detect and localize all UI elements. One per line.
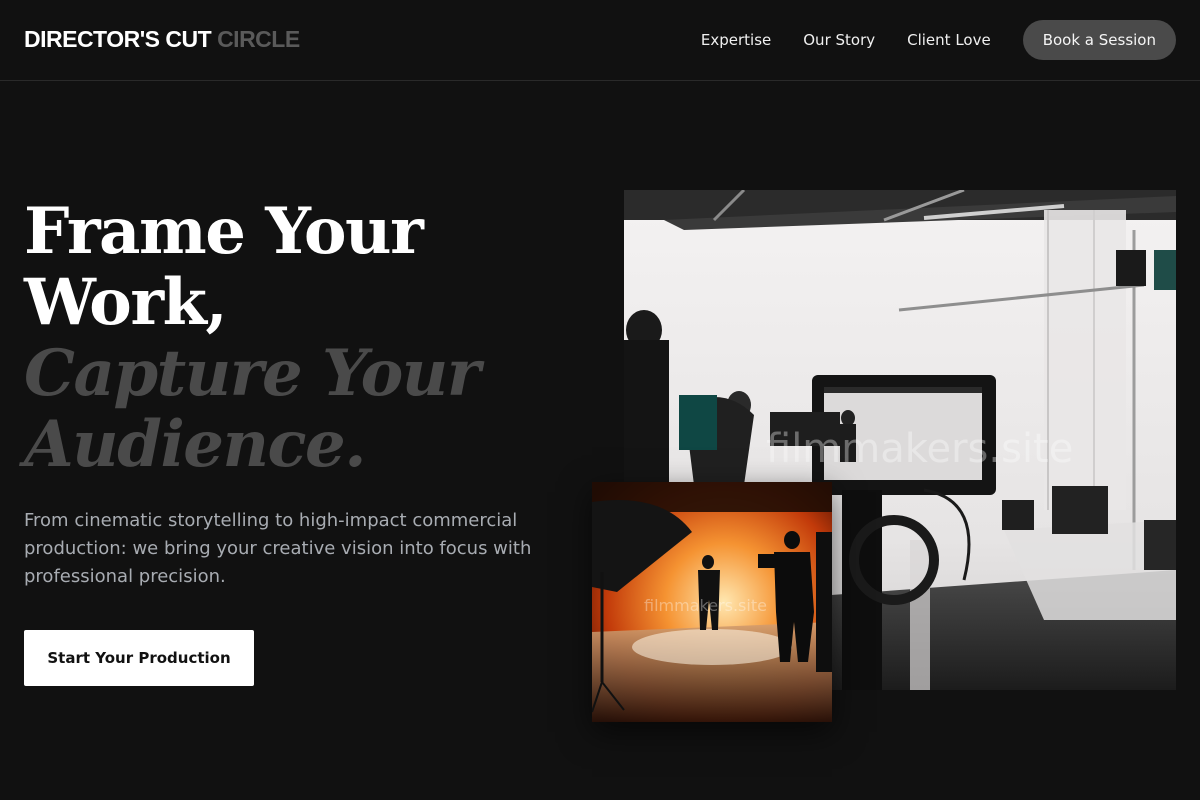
brand-logo[interactable]: DIRECTOR'S CUT CIRCLE [24,26,300,53]
small-photo-watermark: filmmakers.site [644,596,767,615]
site-header: DIRECTOR'S CUT CIRCLE Expertise Our Stor… [0,0,1200,81]
brand-primary: DIRECTOR'S CUT [24,26,212,52]
nav-link-our-story[interactable]: Our Story [803,31,875,49]
headline-line-2: Work, [24,265,228,340]
brand-secondary: CIRCLE [217,26,300,52]
hero-subcopy: From cinematic storytelling to high-impa… [24,510,532,587]
headline-accent-line-1: Capture Your [24,336,481,411]
start-production-button[interactable]: Start Your Production [24,630,254,686]
fire-set-photo: filmmakers.site [592,482,832,722]
nav-link-client-love[interactable]: Client Love [907,31,991,49]
nav-link-expertise[interactable]: Expertise [701,31,771,49]
hero-headline: Frame Your Work, Capture Your Audience. [24,196,584,480]
book-session-button[interactable]: Book a Session [1022,20,1176,60]
headline-accent-line-2: Audience. [24,407,366,482]
main-nav: Expertise Our Story Client Love Book a S… [701,20,1176,60]
main-photo-watermark: filmmakers.site [766,426,1074,472]
headline-line-1: Frame Your [24,194,424,269]
